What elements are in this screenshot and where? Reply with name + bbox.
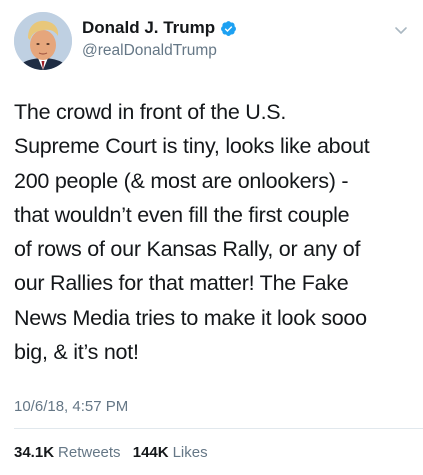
tweet-timestamp[interactable]: 10/6/18, 4:57 PM	[14, 398, 128, 416]
tweet-text-line: Supreme Court is tiny, looks like about	[14, 134, 370, 159]
tweet-text-line: News Media tries to make it look sooo	[14, 305, 367, 330]
retweets-stat[interactable]: 34.1K Retweets	[14, 444, 121, 462]
tweet-text-line: 200 people (& most are onlookers) -	[14, 168, 349, 193]
divider	[14, 428, 423, 429]
avatar[interactable]	[14, 12, 72, 70]
author-name-row: Donald J. Trump	[82, 18, 237, 38]
verified-badge-icon	[220, 20, 237, 37]
tweet-text-line: of rows of our Kansas Rally, or any of	[14, 237, 361, 262]
retweets-count: 34.1K	[14, 444, 55, 461]
avatar-image	[14, 12, 72, 70]
likes-stat[interactable]: 144K Likes	[133, 444, 208, 462]
tweet-stats: 34.1K Retweets 144K Likes	[14, 444, 208, 462]
display-name[interactable]: Donald J. Trump	[82, 18, 215, 38]
tweet-text-line: that wouldn’t even fill the first couple	[14, 202, 350, 227]
likes-label: Likes	[172, 444, 208, 461]
tweet-text-line: our Rallies for that matter! The Fake	[14, 271, 349, 296]
tweet-text-line: big, & it’s not!	[14, 340, 139, 365]
tweet-text-line: The crowd in front of the U.S.	[14, 100, 287, 124]
tweet-text: The crowd in front of the U.S. Supreme C…	[14, 95, 414, 369]
user-handle[interactable]: @realDonaldTrump	[82, 41, 217, 60]
tweet-card: Donald J. Trump @realDonaldTrump The cro…	[0, 0, 423, 475]
likes-count: 144K	[132, 444, 169, 461]
chevron-down-icon[interactable]	[393, 22, 409, 38]
retweets-label: Retweets	[58, 444, 121, 461]
